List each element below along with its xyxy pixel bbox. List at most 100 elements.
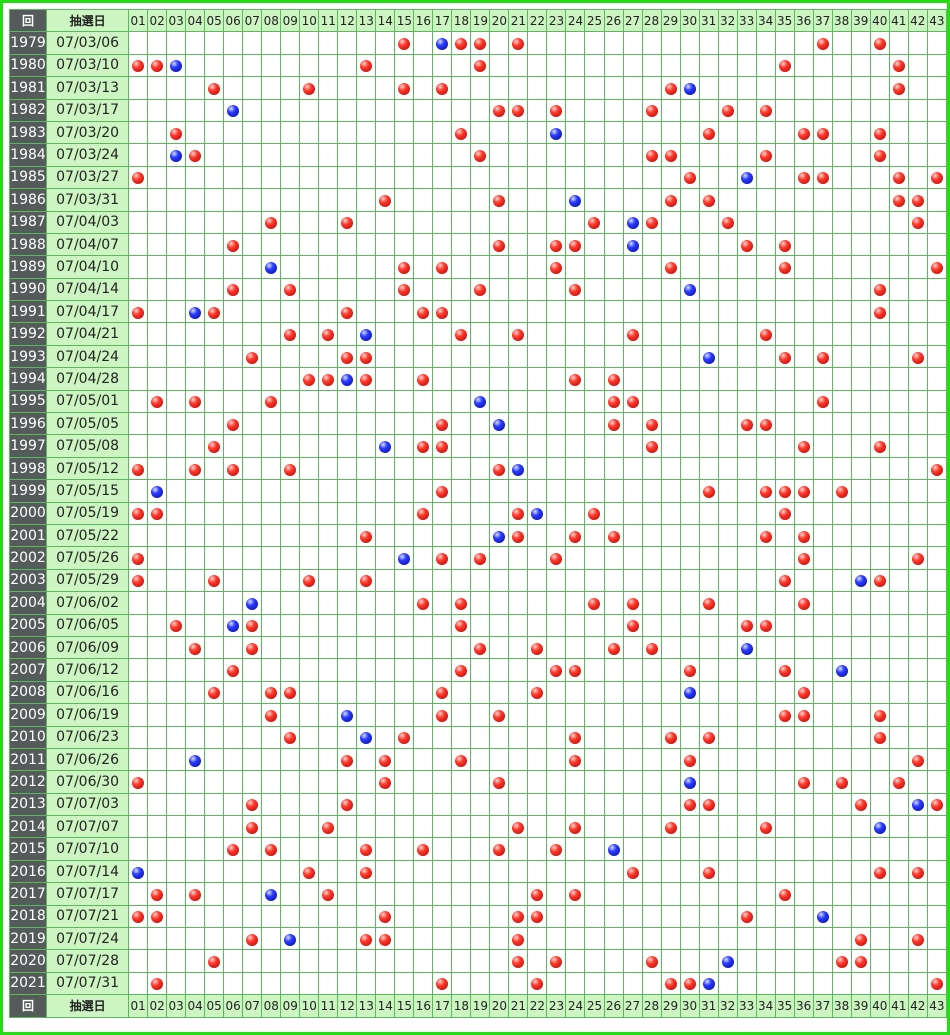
number-cell: [603, 568, 624, 593]
main-number-ball-icon: [873, 575, 886, 588]
number-cell: [622, 837, 643, 861]
number-cell: [527, 613, 548, 637]
number-cell: [413, 882, 434, 906]
number-cell: [926, 53, 948, 78]
number-cell: [926, 412, 948, 436]
number-cell: [869, 658, 890, 682]
number-cell: [869, 815, 890, 839]
number-cell: [888, 770, 909, 794]
number-cell: [147, 434, 168, 458]
number-cell: [869, 591, 890, 615]
number-cell: [261, 277, 282, 302]
number-cell: [223, 344, 244, 369]
number-cell: [489, 232, 510, 257]
number-cell: [413, 53, 434, 78]
draw-number: 1992: [8, 322, 48, 346]
number-cell: [812, 188, 833, 212]
number-cell: [888, 523, 909, 548]
number-cell: [831, 949, 852, 973]
number-cell: [223, 232, 244, 257]
number-cell: [641, 120, 662, 145]
number-cell: [565, 188, 586, 212]
number-cell: [869, 98, 890, 122]
number-cell: [299, 927, 320, 951]
number-cell: [888, 859, 909, 884]
number-cell: [185, 792, 206, 817]
number-cell: [774, 456, 795, 481]
number-cell: [299, 747, 320, 772]
number-cell: [850, 277, 871, 302]
main-number-ball-icon: [151, 978, 164, 991]
number-cell: [299, 971, 320, 996]
main-number-ball-icon: [911, 194, 924, 207]
number-cell: [261, 815, 282, 839]
draw-number: 1984: [8, 143, 48, 167]
draw-date: 07/07/31: [46, 971, 130, 996]
number-cell: [508, 344, 529, 369]
draw-date: 07/06/30: [46, 770, 130, 794]
number-cell: [774, 949, 795, 973]
number-cell: [774, 882, 795, 906]
number-cell: [698, 613, 719, 637]
main-number-ball-icon: [531, 888, 544, 901]
number-cell: [622, 568, 643, 593]
number-cell: [774, 837, 795, 861]
number-cell: [489, 456, 510, 481]
number-cell: [812, 613, 833, 637]
main-number-ball-icon: [303, 82, 316, 95]
number-cell: [698, 792, 719, 817]
number-cell: [223, 523, 244, 548]
number-cell: [147, 792, 168, 817]
main-number-ball-icon: [189, 463, 202, 476]
number-cell: [907, 210, 928, 234]
number-cell: [299, 703, 320, 727]
number-cell: [413, 523, 434, 548]
number-cell: [242, 412, 263, 436]
number-cell: [318, 479, 339, 503]
draw-date: 07/03/17: [46, 98, 130, 122]
draw-date: 07/05/22: [46, 523, 130, 548]
number-cell: [470, 98, 491, 122]
main-number-ball-icon: [189, 396, 202, 409]
number-cell: [698, 837, 719, 861]
number-cell: [508, 210, 529, 234]
number-cell: [584, 188, 605, 212]
number-cell: [489, 725, 510, 749]
bonus-number-ball-icon: [854, 575, 867, 588]
number-cell: [622, 658, 643, 682]
number-header-26: 26: [603, 8, 624, 33]
number-cell: [242, 277, 263, 302]
main-number-ball-icon: [417, 441, 430, 454]
main-number-ball-icon: [778, 665, 791, 678]
main-number-ball-icon: [778, 485, 791, 498]
number-cell: [147, 120, 168, 145]
number-cell: [337, 389, 358, 414]
number-cell: [318, 613, 339, 637]
number-cell: [432, 882, 453, 906]
number-cell: [755, 255, 776, 279]
number-cell: [736, 859, 757, 884]
number-cell: [831, 501, 852, 525]
number-cell: [508, 882, 529, 906]
number-cell: [356, 255, 377, 279]
main-number-ball-icon: [322, 888, 335, 901]
number-cell: [584, 658, 605, 682]
number-cell: [147, 971, 168, 996]
draw-number: 2012: [8, 770, 48, 794]
number-cell: [337, 904, 358, 929]
draw-date: 07/06/26: [46, 747, 130, 772]
draw-row: 1997 07/05/08: [8, 434, 948, 458]
number-cell: [793, 479, 814, 503]
number-cell: [736, 747, 757, 772]
number-cell: [717, 635, 738, 660]
draw-date: 07/07/14: [46, 859, 130, 884]
main-number-ball-icon: [626, 597, 639, 610]
number-cell: [774, 904, 795, 929]
number-cell: [318, 927, 339, 951]
draw-row: 2008 07/06/16: [8, 680, 948, 705]
number-cell: [185, 725, 206, 749]
number-cell: [831, 98, 852, 122]
number-cell: [261, 389, 282, 414]
number-cell: [660, 904, 681, 929]
number-cell: [641, 703, 662, 727]
